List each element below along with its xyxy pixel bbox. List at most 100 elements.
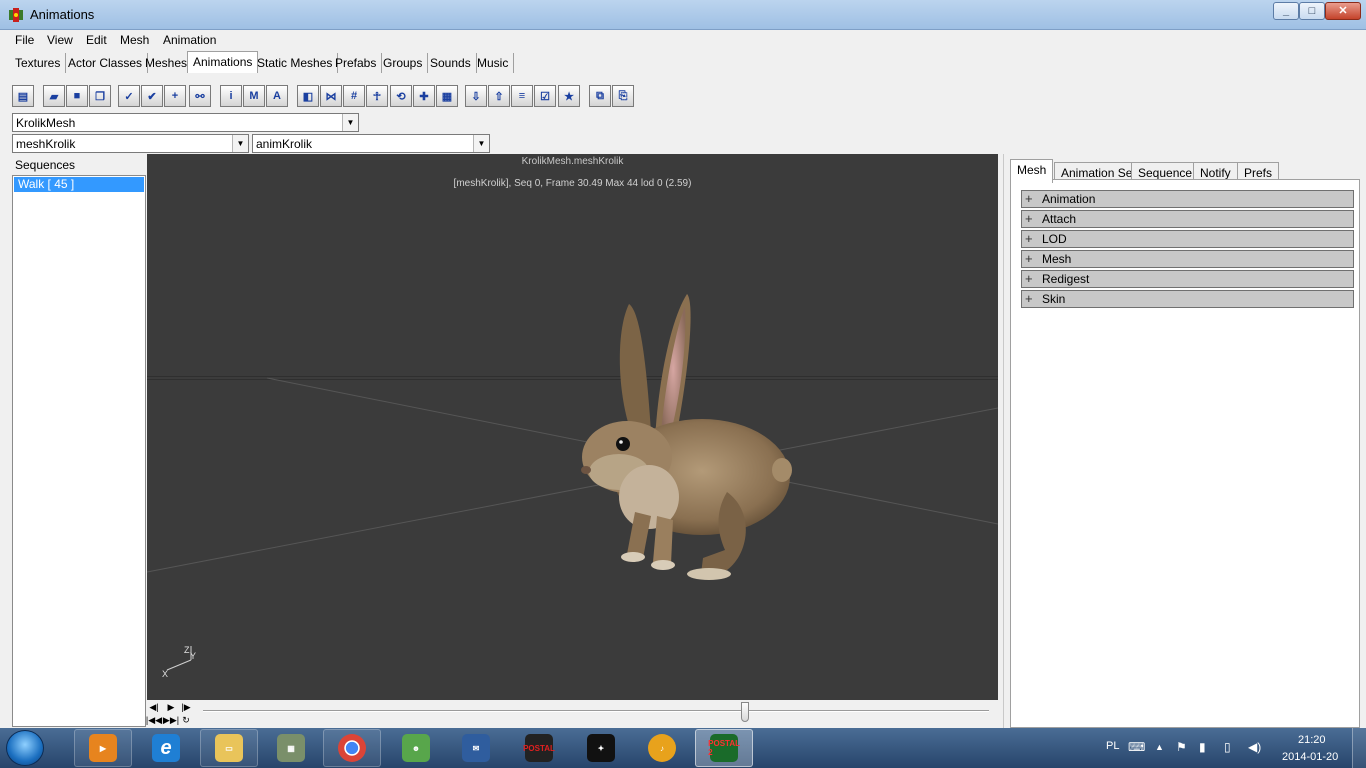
taskbar-postal-2[interactable]: POSTAL 2 — [695, 729, 753, 767]
wireframe-icon[interactable]: ▦ — [436, 85, 458, 107]
tab-sounds[interactable]: Sounds — [425, 53, 477, 73]
expand-icon[interactable]: + — [1025, 291, 1033, 307]
clock-time[interactable]: 21:20 — [1298, 734, 1326, 746]
link-icon[interactable]: ⚯ — [189, 85, 211, 107]
check-edit-icon[interactable]: ✔ — [141, 85, 163, 107]
grid-icon[interactable]: # — [343, 85, 365, 107]
tab-actor-classes[interactable]: Actor Classes — [63, 53, 149, 73]
tab-music[interactable]: Music — [472, 53, 515, 73]
taskbar-outlook[interactable]: ✉ — [447, 729, 505, 767]
next-frame-button[interactable]: |▶ — [180, 701, 192, 713]
network-icon[interactable]: ▮ — [1199, 740, 1206, 754]
category-mesh[interactable]: + Mesh — [1021, 250, 1354, 268]
reset-icon[interactable]: ⟲ — [390, 85, 412, 107]
loop-button[interactable]: ↻ — [180, 714, 192, 726]
taskbar-chrome[interactable] — [323, 729, 381, 767]
minimize-button[interactable]: _ — [1273, 2, 1299, 20]
menu-mesh[interactable]: Mesh — [120, 33, 149, 47]
notify-icon[interactable]: ★ — [558, 85, 580, 107]
category-redigest[interactable]: + Redigest — [1021, 270, 1354, 288]
mesh-group-select[interactable]: KrolikMesh ▼ — [12, 113, 359, 132]
skeleton-icon[interactable]: ⋈ — [320, 85, 342, 107]
info-icon[interactable]: i — [220, 85, 242, 107]
expand-icon[interactable]: + — [1025, 231, 1033, 247]
taskbar-hitman[interactable]: ✦ — [572, 729, 630, 767]
play-button[interactable]: ▶ — [165, 701, 177, 713]
duplicate-icon[interactable]: ⧉ — [589, 85, 611, 107]
menu-edit[interactable]: Edit — [86, 33, 107, 47]
taskbar-file-explorer[interactable]: ▭ — [200, 729, 258, 767]
flag-icon[interactable]: ⚑ — [1176, 740, 1187, 754]
category-animation[interactable]: + Animation — [1021, 190, 1354, 208]
chevron-down-icon[interactable]: ▼ — [342, 114, 358, 131]
start-button[interactable] — [6, 730, 44, 766]
toolbar: ▤ ▰ ■ ❐ ✓ ✔ + ⚯ i M A ◧ ⋈ # ☥ ⟲ ✚ ▦ ⇩ ⇧ … — [0, 84, 1366, 110]
expand-icon[interactable]: + — [1025, 271, 1033, 287]
anim-props-icon[interactable]: A — [266, 85, 288, 107]
category-skin[interactable]: + Skin — [1021, 290, 1354, 308]
prev-frame-button[interactable]: ◀| — [148, 701, 160, 713]
taskbar-internet-explorer[interactable]: e — [137, 729, 195, 767]
animation-select[interactable]: animKrolik ▼ — [252, 134, 490, 153]
language-indicator[interactable]: PL — [1106, 740, 1119, 752]
3d-viewport[interactable]: KrolikMesh.meshKrolik [meshKrolik], Seq … — [147, 154, 998, 700]
paste-icon[interactable]: ⎘ — [612, 85, 634, 107]
expand-icon[interactable]: + — [1025, 211, 1033, 227]
sequence-item-walk[interactable]: Walk [ 45 ] — [14, 177, 144, 192]
first-frame-button[interactable]: |◀◀ — [145, 714, 163, 726]
cube-icon[interactable]: ◧ — [297, 85, 319, 107]
tab-prefabs[interactable]: Prefabs — [330, 53, 383, 73]
expand-icon[interactable]: + — [1025, 251, 1033, 267]
chevron-down-icon[interactable]: ▼ — [473, 135, 489, 152]
tab-static-meshes[interactable]: Static Meshes — [252, 53, 339, 73]
power-icon[interactable]: ▯ — [1224, 740, 1231, 754]
bone-icon[interactable]: ☥ — [366, 85, 388, 107]
viewport-title: KrolikMesh.meshKrolik — [521, 156, 624, 167]
verify-icon[interactable]: ☑ — [534, 85, 556, 107]
add-icon[interactable]: + — [164, 85, 186, 107]
mesh-props-icon[interactable]: M — [243, 85, 265, 107]
mesh-select[interactable]: meshKrolik ▼ — [12, 134, 249, 153]
postal-2-icon: POSTAL 2 — [708, 734, 740, 762]
open-icon[interactable]: ▰ — [43, 85, 65, 107]
category-lod[interactable]: + LOD — [1021, 230, 1354, 248]
clock-date[interactable]: 2014-01-20 — [1282, 751, 1338, 763]
show-desktop-button[interactable] — [1352, 728, 1366, 768]
chevron-down-icon[interactable]: ▼ — [232, 135, 248, 152]
tab-animations[interactable]: Animations — [187, 51, 259, 73]
taskbar-fl-studio[interactable]: ♪ — [633, 729, 691, 767]
timeline-track[interactable] — [203, 710, 989, 712]
copy-icon[interactable]: ❐ — [89, 85, 111, 107]
browser-icon[interactable]: ▤ — [12, 85, 34, 107]
close-button[interactable]: ✕ — [1325, 2, 1361, 20]
import-icon[interactable]: ⇩ — [465, 85, 487, 107]
cross-icon[interactable]: ✚ — [413, 85, 435, 107]
menu-view[interactable]: View — [47, 33, 73, 47]
tab-mesh[interactable]: Mesh — [1010, 159, 1054, 183]
keyboard-icon[interactable]: ⌨ — [1128, 740, 1145, 754]
category-label: LOD — [1042, 232, 1067, 246]
sequence-list[interactable]: Walk [ 45 ] — [12, 175, 146, 727]
menu-file[interactable]: File — [15, 33, 34, 47]
check-icon[interactable]: ✓ — [118, 85, 140, 107]
maximize-button[interactable]: □ — [1299, 2, 1325, 20]
category-attach[interactable]: + Attach — [1021, 210, 1354, 228]
taskbar-postal[interactable]: POSTAL — [510, 729, 568, 767]
chrome-icon — [338, 734, 366, 762]
tab-textures[interactable]: Textures — [10, 53, 67, 73]
last-frame-button[interactable]: ▶▶| — [162, 714, 180, 726]
save-icon[interactable]: ■ — [66, 85, 88, 107]
volume-icon[interactable]: ◀) — [1248, 740, 1261, 754]
expand-icon[interactable]: + — [1025, 191, 1033, 207]
taskbar-archive-app[interactable]: ▦ — [262, 729, 320, 767]
tray-expand-icon[interactable]: ▲ — [1155, 742, 1164, 752]
export-icon[interactable]: ⇧ — [488, 85, 510, 107]
tab-meshes[interactable]: Meshes — [140, 53, 194, 73]
tab-groups[interactable]: Groups — [378, 53, 429, 73]
timeline-scrubber[interactable] — [741, 702, 750, 722]
category-label: Skin — [1042, 292, 1066, 306]
taskbar-messenger[interactable]: ☻ — [387, 729, 445, 767]
lod-icon[interactable]: ≡ — [511, 85, 533, 107]
taskbar-media-player[interactable]: ▶ — [74, 729, 132, 767]
menu-animation[interactable]: Animation — [163, 33, 216, 47]
